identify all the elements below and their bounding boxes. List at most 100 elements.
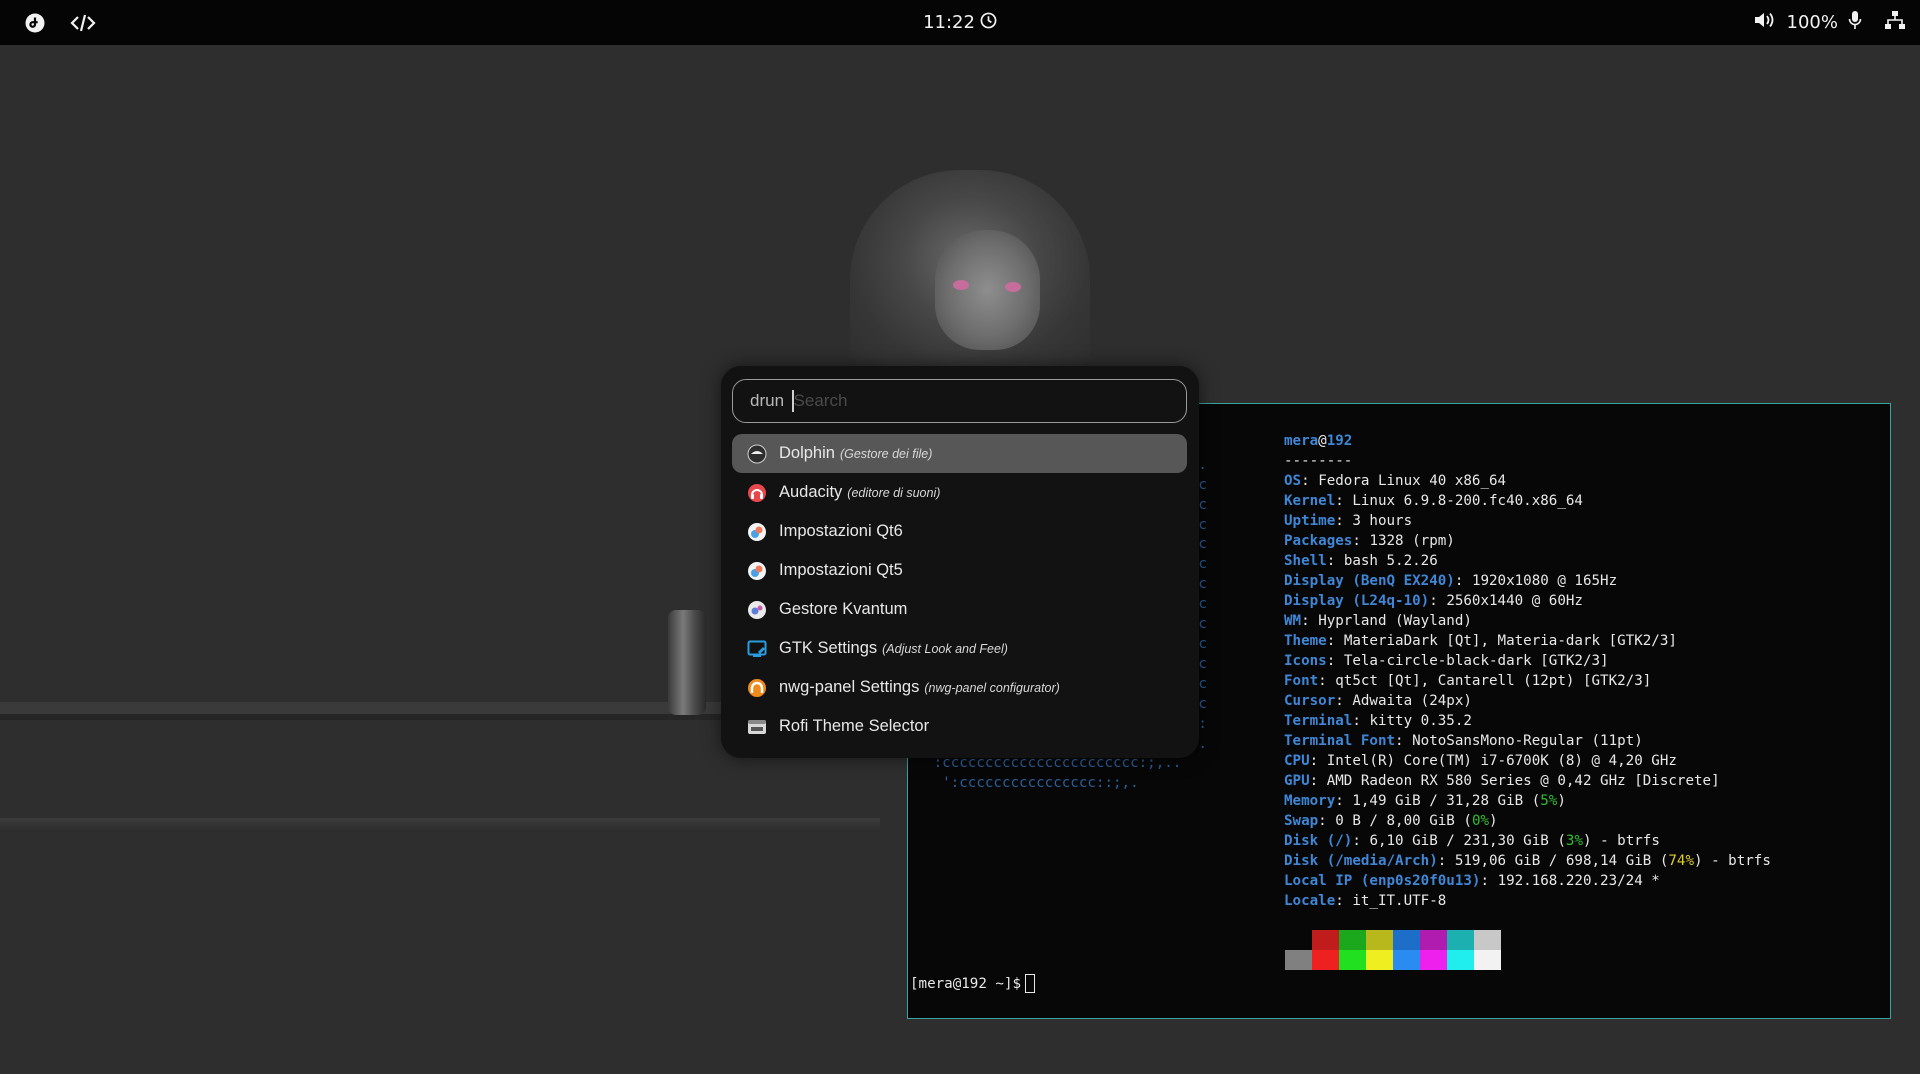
qt-settings-icon (747, 561, 767, 581)
info-value: AMD Radeon RX 580 Series @ 0,42 GHz [Dis… (1326, 773, 1720, 789)
app-item[interactable]: Dolphin (Gestore dei file) (732, 434, 1187, 473)
info-colon: : (1335, 793, 1353, 809)
wallpaper-eye (953, 280, 969, 290)
info-colon: : (1301, 473, 1319, 489)
clock[interactable]: 11:22 (923, 12, 997, 34)
info-row: Terminal Font: NotoSansMono-Regular (11p… (1284, 731, 1884, 751)
app-description: (Adjust Look and Feel) (882, 641, 1008, 656)
fedora-logo-icon[interactable] (22, 10, 48, 36)
color-swatch (1339, 950, 1366, 970)
color-swatch (1312, 930, 1339, 950)
info-colon: : (1335, 693, 1353, 709)
color-swatch (1420, 950, 1447, 970)
audacity-icon (747, 483, 767, 503)
app-item[interactable]: Impostazioni Qt6 (732, 512, 1187, 551)
info-row: Display (L24q-10): 2560x1440 @ 60Hz (1284, 591, 1884, 611)
info-row: Font: qt5ct [Qt], Cantarell (12pt) [GTK2… (1284, 671, 1884, 691)
info-suffix: ) - btrfs (1694, 853, 1771, 869)
app-name: Rofi Theme Selector (779, 717, 930, 735)
info-colon: : (1309, 753, 1327, 769)
color-swatch (1447, 930, 1474, 950)
wallpaper-can (668, 610, 706, 715)
info-key: GPU (1284, 773, 1310, 789)
info-colon: : (1352, 533, 1370, 549)
info-colon: : (1335, 493, 1353, 509)
nwg-panel-icon (747, 678, 767, 698)
info-key: Packages (1284, 533, 1353, 549)
info-row: CPU: Intel(R) Core(TM) i7-6700K (8) @ 4,… (1284, 751, 1884, 771)
info-value: Fedora Linux 40 x86_64 (1318, 473, 1507, 489)
shell-prompt[interactable]: [mera@192 ~]$ (910, 974, 1036, 993)
info-row: Disk (/media/Arch): 519,06 GiB / 698,14 … (1284, 851, 1884, 871)
app-name: GTK Settings (779, 639, 878, 657)
gtk-settings-icon (747, 639, 767, 659)
info-value: it_IT.UTF-8 (1352, 893, 1447, 909)
info-value: 192.168.220.23/24 * (1497, 873, 1660, 889)
info-row: Disk (/): 6,10 GiB / 231,30 GiB (3%) - b… (1284, 831, 1884, 851)
info-key: Shell (1284, 553, 1327, 569)
clock-icon (980, 12, 997, 34)
info-row: WM: Hyprland (Wayland) (1284, 611, 1884, 631)
rofi-launcher: drun Search Dolphin (Gestore dei file) Aud… (721, 366, 1199, 758)
search-placeholder: Search (793, 391, 848, 410)
fastfetch-info: mera@192 -------- OS: Fedora Linux 40 x8… (1284, 431, 1884, 911)
info-user: mera (1284, 433, 1319, 449)
code-brackets-icon[interactable] (70, 10, 96, 36)
info-colon: : (1437, 853, 1455, 869)
info-row: Memory: 1,49 GiB / 31,28 GiB (5%) (1284, 791, 1884, 811)
search-input[interactable]: drun Search (732, 379, 1187, 423)
top-bar-center: 11:22 (0, 0, 1920, 45)
clock-time: 11:22 (923, 12, 975, 33)
color-swatch (1393, 930, 1420, 950)
info-row: OS: Fedora Linux 40 x86_64 (1284, 471, 1884, 491)
app-item[interactable]: GTK Settings (Adjust Look and Feel) (732, 629, 1187, 668)
info-row: Packages: 1328 (rpm) (1284, 531, 1884, 551)
wallpaper-face (935, 230, 1040, 350)
app-name: nwg-panel Settings (779, 678, 920, 696)
info-colon: : (1395, 733, 1413, 749)
app-item[interactable]: nwg-panel Settings (nwg-panel configurato… (732, 668, 1187, 707)
prompt-text: [mera@192 ~]$ (910, 975, 1022, 992)
info-value: Linux 6.9.8-200.fc40.x86_64 (1352, 493, 1583, 509)
info-colon: : (1335, 513, 1353, 529)
wallpaper-floor-line (0, 818, 880, 832)
info-colon: : (1301, 613, 1319, 629)
info-value: Tela-circle-black-dark [GTK2/3] (1343, 653, 1609, 669)
info-suffix: ) (1489, 813, 1498, 829)
color-swatch (1366, 930, 1393, 950)
info-value: kitty 0.35.2 (1369, 713, 1472, 729)
info-key: Icons (1284, 653, 1327, 669)
info-value: 0 B / 8,00 GiB ( (1335, 813, 1472, 829)
app-description: (editore di suoni) (847, 485, 941, 500)
info-value: MateriaDark [Qt], Materia-dark [GTK2/3] (1343, 633, 1677, 649)
info-key: Swap (1284, 813, 1319, 829)
color-swatch (1474, 930, 1501, 950)
app-item[interactable]: Impostazioni Qt5 (732, 551, 1187, 590)
microphone-icon[interactable] (1848, 10, 1862, 35)
info-row: Local IP (enp0s20f0u13): 192.168.220.23/… (1284, 871, 1884, 891)
app-item[interactable]: Rofi Theme Selector (732, 707, 1187, 746)
info-colon: : (1352, 713, 1370, 729)
info-value: Adwaita (24px) (1352, 693, 1472, 709)
info-colon: : (1326, 633, 1344, 649)
info-colon: : (1352, 833, 1370, 849)
info-value: 2560x1440 @ 60Hz (1446, 593, 1583, 609)
color-swatch (1447, 950, 1474, 970)
mode-prompt: drun (750, 391, 785, 410)
speaker-icon[interactable] (1753, 10, 1777, 35)
info-key: WM (1284, 613, 1302, 629)
volume-level[interactable]: 100% (1787, 12, 1838, 33)
color-swatch (1339, 930, 1366, 950)
info-key: Theme (1284, 633, 1327, 649)
info-colon: : (1326, 653, 1344, 669)
app-item[interactable]: Gestore Kvantum (732, 590, 1187, 629)
wallpaper-eye (1005, 282, 1021, 292)
info-row: Icons: Tela-circle-black-dark [GTK2/3] (1284, 651, 1884, 671)
app-item[interactable]: Audacity (editore di suoni) (732, 473, 1187, 512)
info-row: Shell: bash 5.2.26 (1284, 551, 1884, 571)
network-icon[interactable] (1884, 10, 1906, 35)
info-colon: : (1454, 573, 1472, 589)
info-row: Kernel: Linux 6.9.8-200.fc40.x86_64 (1284, 491, 1884, 511)
info-title: mera@192 (1284, 431, 1884, 451)
app-list: Dolphin (Gestore dei file) Audacity (editor… (732, 434, 1187, 746)
